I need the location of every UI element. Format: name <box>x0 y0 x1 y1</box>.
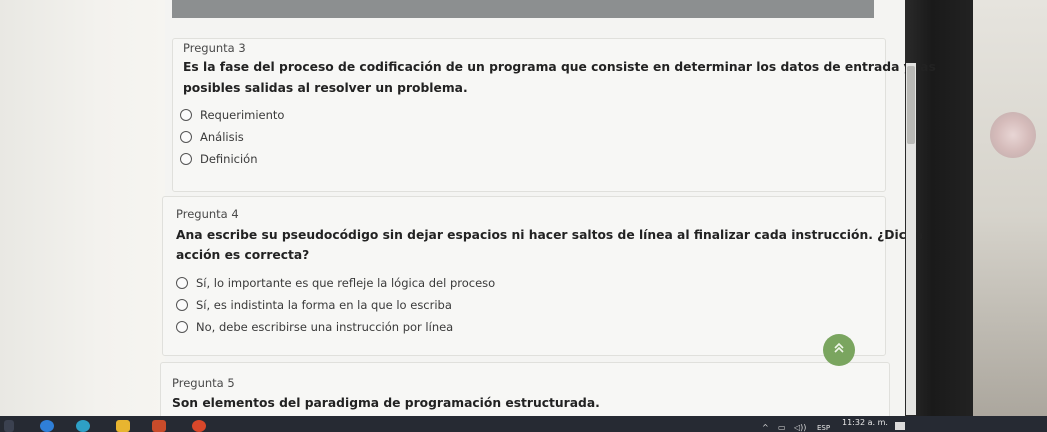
answer-option[interactable]: Requerimiento <box>180 108 284 122</box>
page-header-strip <box>172 0 874 18</box>
answer-option-label: No, debe escribirse una instrucción por … <box>196 320 454 334</box>
double-chevron-up-icon <box>832 341 846 359</box>
answer-option-label: Requerimiento <box>200 108 285 122</box>
question-text-line: acción es correcta? <box>176 248 310 262</box>
scrollbar-thumb[interactable] <box>907 66 915 144</box>
answer-option-label: Definición <box>200 152 258 166</box>
monitor-surroundings-left <box>0 0 165 432</box>
edge-icon[interactable] <box>40 420 54 432</box>
answer-option[interactable]: No, debe escribirse una instrucción por … <box>176 320 453 334</box>
answer-option-label: Sí, lo importante es que refleje la lógi… <box>196 276 496 290</box>
clock-time[interactable]: 11:32 a. m. <box>842 418 888 427</box>
answer-option[interactable]: Sí, lo importante es que refleje la lógi… <box>176 276 495 290</box>
radio-button[interactable] <box>180 153 192 165</box>
answer-option-label: Análisis <box>200 130 244 144</box>
radio-button[interactable] <box>176 299 188 311</box>
question-number: Pregunta 4 <box>176 207 239 221</box>
volume-icon[interactable]: ◁)) <box>794 423 806 432</box>
scroll-to-top-button[interactable] <box>823 334 855 366</box>
app-icon[interactable] <box>192 420 206 432</box>
radio-button[interactable] <box>180 131 192 143</box>
question-text-line: posibles salidas al resolver un problema… <box>183 81 468 95</box>
wall-clock <box>990 112 1036 158</box>
question-number: Pregunta 5 <box>172 376 235 390</box>
question-number: Pregunta 3 <box>183 41 246 55</box>
background-wall <box>973 0 1047 432</box>
answer-option[interactable]: Definición <box>180 152 258 166</box>
radio-button[interactable] <box>180 109 192 121</box>
question-text-line: Es la fase del proceso de codificación d… <box>183 60 936 74</box>
radio-button[interactable] <box>176 321 188 333</box>
file-explorer-icon[interactable] <box>116 420 130 432</box>
question-text-line: Ana escribe su pseudocódigo sin dejar es… <box>176 228 924 242</box>
answer-option[interactable]: Análisis <box>180 130 244 144</box>
network-icon[interactable]: ▭ <box>778 423 786 432</box>
app-icon[interactable] <box>152 420 166 432</box>
start-icon[interactable] <box>4 420 14 432</box>
radio-button[interactable] <box>176 277 188 289</box>
notification-icon[interactable] <box>895 422 905 430</box>
language-indicator[interactable]: ESP <box>817 424 830 432</box>
answer-option-label: Sí, es indistinta la forma en la que lo … <box>196 298 452 312</box>
question-text-line: Son elementos del paradigma de programac… <box>172 396 600 410</box>
answer-option[interactable]: Sí, es indistinta la forma en la que lo … <box>176 298 452 312</box>
browser-icon[interactable] <box>76 420 90 432</box>
tray-chevron-up-icon[interactable]: ^ <box>762 423 769 432</box>
